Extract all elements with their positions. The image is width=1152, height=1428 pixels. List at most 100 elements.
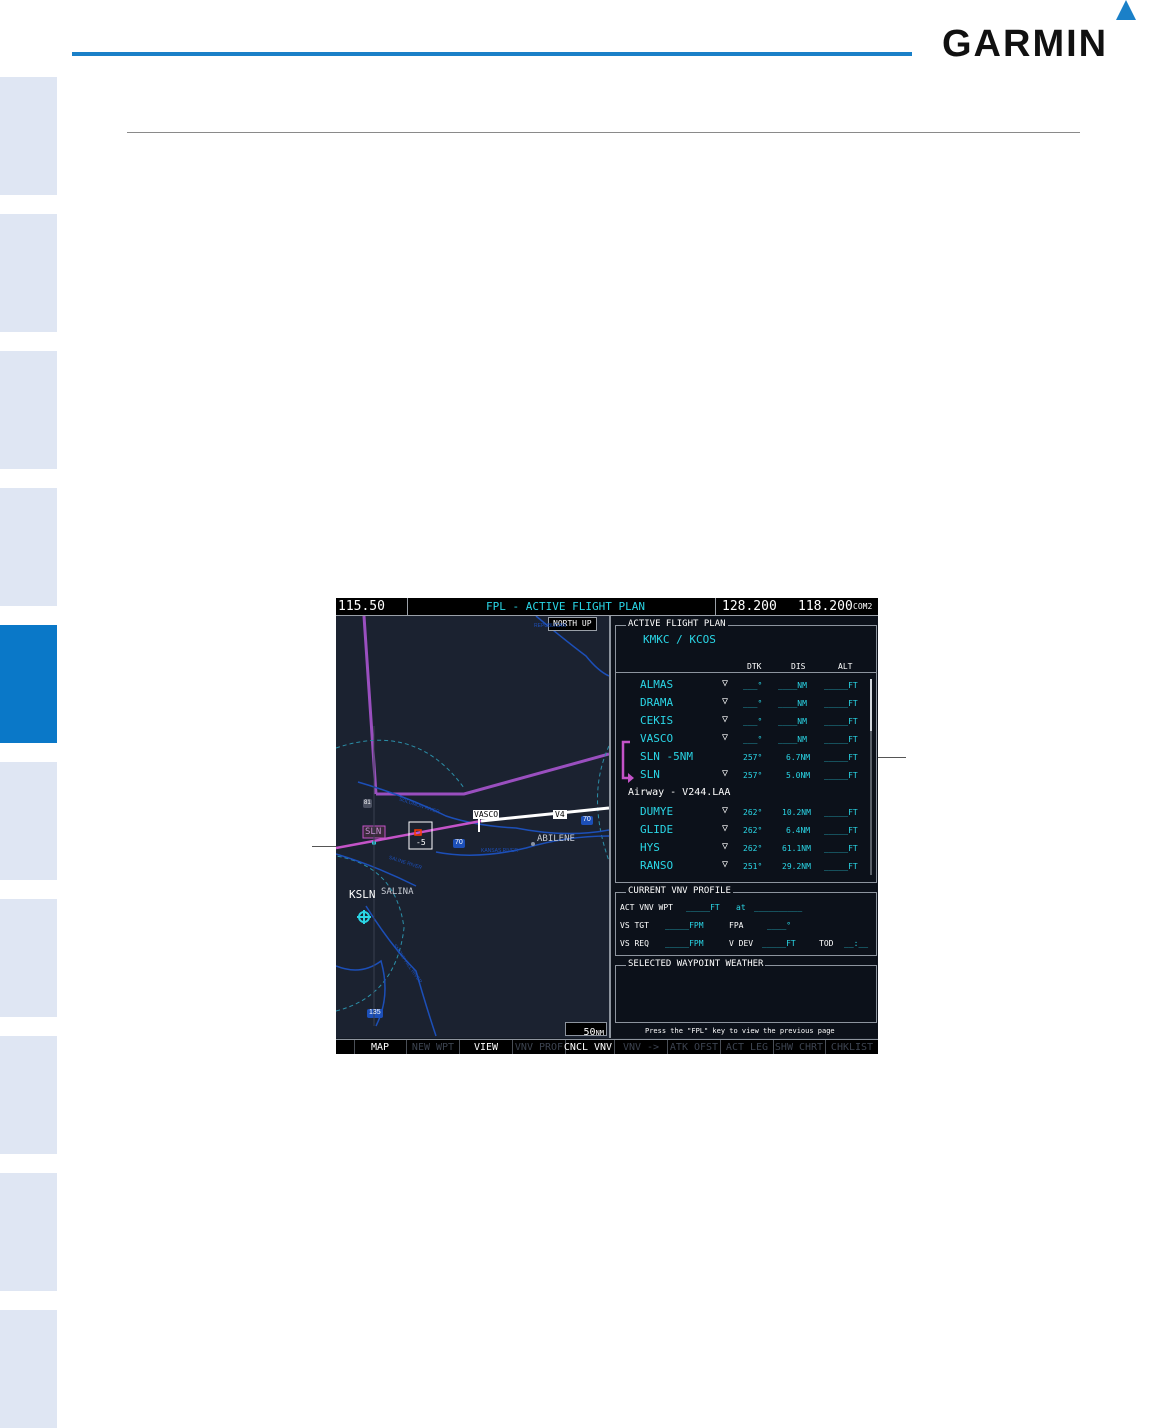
active-flight-plan-box: ACTIVE FLIGHT PLAN KMKC / KCOS DTK DIS A… — [615, 619, 877, 883]
alt-value: _____FT — [824, 735, 858, 744]
waypoint-id: SLN -5NM — [640, 750, 693, 763]
softkey-bar: MAP NEW WPT VIEW VNV PROF CNCL VNV VNV -… — [336, 1039, 878, 1054]
softkey-chklist[interactable]: CHKLIST — [826, 1040, 878, 1054]
tod-value: __:__ — [844, 939, 869, 948]
fpl-row-almas[interactable]: ALMAS ▽ ___° ____NM _____FT — [616, 676, 866, 694]
status-bar: 115.50 FPL - ACTIVE FLIGHT PLAN 128.200 … — [336, 598, 878, 616]
airway-label: Airway - V244.LAA — [628, 787, 731, 798]
dtk-value: 262° — [743, 826, 763, 835]
fpa-value: ____° — [767, 921, 792, 930]
side-tab-9[interactable] — [0, 1173, 57, 1291]
act-vnv-wpt-label: ACT VNV WPT — [620, 903, 673, 912]
airway-row[interactable]: Airway - V244.LAA — [616, 784, 866, 802]
side-tab-4[interactable] — [0, 488, 57, 606]
leg-type-icon: ▽ — [722, 714, 729, 725]
vs-tgt-label: VS TGT — [620, 921, 649, 930]
dtk-value: 257° — [743, 771, 763, 780]
garmin-triangle-icon — [1116, 0, 1136, 20]
leg-type-icon: ▽ — [722, 823, 729, 834]
fpl-row-glide[interactable]: GLIDE ▽ 262° 6.4NM _____FT — [616, 821, 866, 839]
side-tab-2[interactable] — [0, 214, 57, 332]
fpl-row-hys[interactable]: HYS ▽ 262° 61.1NM _____FT — [616, 839, 866, 857]
vnv-offset-label: -5 — [416, 838, 426, 847]
softkey-shw-chrt[interactable]: SHW CHRT — [773, 1040, 826, 1054]
fpl-row-drama[interactable]: DRAMA ▽ ___° ____NM _____FT — [616, 694, 866, 712]
airspace-boundary — [362, 616, 609, 796]
nav-frequency[interactable]: 115.50 — [338, 598, 385, 615]
map-range-unit: NM — [595, 1029, 604, 1037]
abilene-town-icon — [531, 842, 535, 846]
waypoint-id: DUMYE — [640, 805, 674, 818]
side-tab-8[interactable] — [0, 1036, 57, 1154]
map-range-box[interactable]: 50NM — [565, 1022, 607, 1038]
com-active-frequency[interactable]: 128.200 — [722, 598, 777, 615]
dis-value: ____NM — [778, 717, 807, 726]
leg-type-icon: ▽ — [722, 732, 729, 743]
softkey-cncl-vnv[interactable]: CNCL VNV — [562, 1040, 615, 1054]
dis-value: ____NM — [778, 681, 807, 690]
dis-value: 6.4NM — [786, 826, 811, 835]
ksln-label: KSLN — [349, 888, 376, 901]
sln-map-label: SLN — [365, 827, 382, 837]
fpl-row-vasco[interactable]: VASCO ▽ ___° ____NM _____FT — [616, 730, 866, 748]
softkey-new-wpt[interactable]: NEW WPT — [407, 1040, 460, 1054]
fpl-scroll-thumb[interactable] — [870, 679, 872, 731]
act-vnv-wpt-value: _____FT — [686, 903, 720, 912]
leg-type-icon: ▽ — [722, 841, 729, 852]
navigation-map[interactable]: NORTH UP VASCO V4 ABILENE SLN -5 KSLN SA… — [336, 616, 609, 1038]
active-flight-plan-title: ACTIVE FLIGHT PLAN — [626, 619, 728, 630]
com-standby-frequency[interactable]: 118.200 — [798, 598, 853, 615]
softkey-atk-ofst[interactable]: ATK OFST — [668, 1040, 721, 1054]
fpl-row-cekis[interactable]: CEKIS ▽ ___° ____NM _____FT — [616, 712, 866, 730]
leg-type-icon: ▽ — [722, 696, 729, 707]
at-label: at — [736, 903, 746, 912]
fpl-row-dumye[interactable]: DUMYE ▽ 262° 10.2NM _____FT — [616, 803, 866, 821]
softkey-vnv-prof[interactable]: VNV PROF — [513, 1040, 566, 1054]
softkey-map[interactable]: MAP — [354, 1040, 407, 1054]
fpa-label: FPA — [729, 921, 744, 930]
alt-value: _____FT — [824, 844, 858, 853]
republican-river-label: REPUBLICAN — [534, 623, 566, 629]
leg-type-icon: ▽ — [722, 805, 729, 816]
dis-value: 5.0NM — [786, 771, 811, 780]
waypoint-id: VASCO — [640, 732, 674, 745]
dtk-value: ___° — [743, 699, 763, 708]
v-dev-label: V DEV — [729, 939, 754, 948]
dis-value: ____NM — [778, 699, 807, 708]
garmin-logo: GARMIN — [942, 0, 1136, 64]
range-arc-upper — [336, 739, 465, 789]
dis-value: 6.7NM — [786, 753, 811, 762]
at-waypoint-value: __________ — [754, 903, 803, 912]
softkey-act-leg[interactable]: ACT LEG — [721, 1040, 774, 1054]
waypoint-id: ALMAS — [640, 678, 674, 691]
softkey-vnv-direct[interactable]: VNV -> — [615, 1040, 668, 1054]
side-tab-3[interactable] — [0, 351, 57, 469]
dtk-value: 262° — [743, 808, 763, 817]
softkey-1[interactable] — [336, 1040, 355, 1054]
alt-value: _____FT — [824, 699, 858, 708]
route-label: KMKC / KCOS — [643, 633, 716, 646]
fpl-scrollbar[interactable] — [870, 679, 872, 875]
fpl-row-ranso[interactable]: RANSO ▽ 251° 29.2NM _____FT — [616, 857, 866, 875]
side-tab-10[interactable] — [0, 1310, 57, 1428]
fpl-row-sln-vnv[interactable]: SLN -5NM 257° 6.7NM _____FT — [616, 748, 866, 766]
range-arc-right — [597, 745, 609, 862]
side-tab-1[interactable] — [0, 77, 57, 195]
airway-v4-label: V4 — [553, 810, 567, 819]
alt-value: _____FT — [824, 826, 858, 835]
side-tab-6[interactable] — [0, 762, 57, 880]
side-tab-7[interactable] — [0, 899, 57, 1017]
garmin-wordmark: GARMIN — [942, 23, 1108, 64]
dtk-value: 257° — [743, 753, 763, 762]
waypoint-id: CEKIS — [640, 714, 674, 727]
side-tab-5-active[interactable] — [0, 625, 57, 743]
alt-value: _____FT — [824, 862, 858, 871]
dtk-value: 262° — [743, 844, 763, 853]
header-divider — [616, 672, 876, 673]
dtk-value: ___° — [743, 681, 763, 690]
com-label: COM2 — [853, 602, 873, 611]
fpl-row-sln[interactable]: SLN ▽ 257° 5.0NM _____FT — [616, 766, 866, 784]
softkey-view[interactable]: VIEW — [460, 1040, 513, 1054]
alt-value: _____FT — [824, 771, 858, 780]
alt-value: _____FT — [824, 717, 858, 726]
